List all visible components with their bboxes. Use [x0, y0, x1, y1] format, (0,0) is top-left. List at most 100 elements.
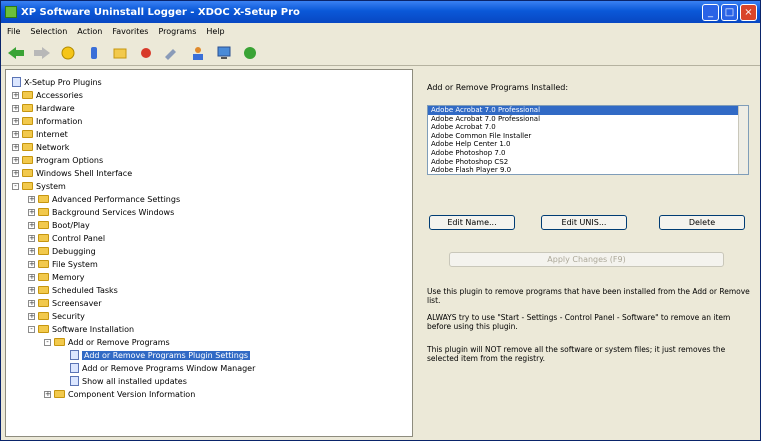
list-item[interactable]: Adobe Acrobat 7.0 — [428, 123, 748, 132]
tools-icon[interactable] — [163, 44, 180, 61]
tree-item-accessories[interactable]: + Accessories — [12, 89, 83, 101]
expand-icon[interactable]: + — [28, 260, 35, 268]
toolbar — [1, 40, 760, 66]
network-icon[interactable] — [215, 44, 232, 61]
tree-label: Component Version Information — [68, 389, 196, 399]
settings-icon[interactable] — [241, 44, 258, 61]
tree-label: Software Installation — [52, 324, 135, 334]
tree-item-debugging[interactable]: + Debugging — [28, 245, 96, 257]
tree-item-security[interactable]: + Security — [28, 310, 85, 322]
back-icon[interactable] — [7, 44, 24, 61]
tree-item-screensaver[interactable]: + Screensaver — [28, 297, 102, 309]
expand-icon[interactable]: + — [28, 195, 35, 203]
info-icon[interactable] — [85, 44, 102, 61]
plugin-icon — [70, 363, 79, 373]
tree-item-windows-shell[interactable]: + Windows Shell Interface — [12, 167, 132, 179]
collapse-icon[interactable]: - — [12, 182, 19, 190]
collapse-icon[interactable]: - — [28, 325, 35, 333]
menu-programs[interactable]: Programs — [158, 27, 196, 36]
record-icon[interactable] — [137, 44, 154, 61]
tree-item-system[interactable]: - System — [12, 180, 66, 192]
tree-item-hardware[interactable]: + Hardware — [12, 102, 75, 114]
folder-icon — [38, 208, 49, 216]
folder-open-icon — [54, 338, 65, 346]
tree-label: Program Options — [36, 155, 104, 165]
edit-uninstall-button[interactable]: Edit UNIS... — [541, 215, 627, 230]
expand-icon[interactable]: + — [28, 299, 35, 307]
tree-item-information[interactable]: + Information — [12, 115, 82, 127]
folder-icon — [54, 390, 65, 398]
expand-icon[interactable]: + — [12, 117, 19, 125]
expand-icon[interactable]: + — [28, 273, 35, 281]
listbox-scrollbar[interactable] — [738, 106, 748, 174]
expand-icon[interactable]: + — [12, 130, 19, 138]
favorite-icon[interactable] — [111, 44, 128, 61]
expand-icon[interactable]: + — [12, 169, 19, 177]
expand-icon[interactable]: + — [12, 104, 19, 112]
expand-icon[interactable]: + — [12, 156, 19, 164]
tree-label: Security — [52, 311, 85, 321]
menu-help[interactable]: Help — [206, 27, 224, 36]
description-line-3: This plugin will NOT remove all the soft… — [427, 345, 726, 363]
expand-icon[interactable]: + — [44, 390, 51, 398]
tree-item-background-services[interactable]: + Background Services Windows — [28, 206, 174, 218]
list-item[interactable]: Adobe Photoshop CS2 — [428, 158, 748, 167]
tree-item-component-version[interactable]: + Component Version Information — [44, 388, 195, 400]
tree-label: Boot/Play — [52, 220, 90, 230]
plugin-tree[interactable]: X-Setup Pro Plugins + Accessories + Hardwa… — [5, 69, 413, 437]
tree-item-scheduled-tasks[interactable]: + Scheduled Tasks — [28, 284, 118, 296]
list-item[interactable]: Adobe Flash Player 9.0 — [428, 166, 748, 174]
delete-button[interactable]: Delete — [659, 215, 745, 230]
close-button[interactable]: × — [740, 3, 757, 21]
expand-icon[interactable]: + — [28, 286, 35, 294]
folder-icon — [22, 117, 33, 125]
tree-item-arp-window-manager[interactable]: Add or Remove Programs Window Manager — [70, 362, 255, 374]
tree-root[interactable]: X-Setup Pro Plugins — [12, 76, 102, 88]
tree-item-control-panel[interactable]: + Control Panel — [28, 232, 105, 244]
menu-file[interactable]: File — [7, 27, 20, 36]
forward-icon[interactable] — [33, 44, 50, 61]
tree-item-advanced-performance[interactable]: + Advanced Performance Settings — [28, 193, 180, 205]
tree-item-installed-updates[interactable]: Show all installed updates — [70, 375, 187, 387]
expand-icon[interactable]: + — [12, 143, 19, 151]
list-item[interactable]: Adobe Photoshop 7.0 — [428, 149, 748, 158]
list-item[interactable]: Adobe Help Center 1.0 — [428, 140, 748, 149]
expand-icon[interactable]: + — [28, 221, 35, 229]
minimize-button[interactable]: _ — [702, 3, 719, 21]
tree-item-memory[interactable]: + Memory — [28, 271, 85, 283]
expand-icon[interactable]: + — [28, 247, 35, 255]
expand-icon[interactable]: + — [28, 312, 35, 320]
tree-item-internet[interactable]: + Internet — [12, 128, 68, 140]
menu-action[interactable]: Action — [77, 27, 102, 36]
tree-item-program-options[interactable]: + Program Options — [12, 154, 103, 166]
list-item[interactable]: Adobe Common File Installer — [428, 132, 748, 141]
menu-favorites[interactable]: Favorites — [112, 27, 148, 36]
folder-icon — [22, 104, 33, 112]
expand-icon[interactable]: + — [28, 234, 35, 242]
collapse-icon[interactable]: - — [44, 338, 51, 346]
tree-item-software-installation[interactable]: - Software Installation — [28, 323, 134, 335]
tree-label: Debugging — [52, 246, 96, 256]
list-item[interactable]: Adobe Acrobat 7.0 Professional — [428, 106, 748, 115]
tree-item-network[interactable]: + Network — [12, 141, 69, 153]
edit-name-button[interactable]: Edit Name... — [429, 215, 515, 230]
tree-item-add-remove-programs[interactable]: - Add or Remove Programs — [44, 336, 170, 348]
programs-listbox[interactable]: Adobe Acrobat 7.0 Professional Adobe Acr… — [427, 105, 749, 175]
title-bar[interactable]: XP Software Uninstall Logger - XDOC X-Se… — [1, 1, 760, 23]
tree-label: Advanced Performance Settings — [52, 194, 181, 204]
list-item[interactable]: Adobe Acrobat 7.0 Professional — [428, 115, 748, 124]
refresh-icon[interactable] — [59, 44, 76, 61]
tree-item-file-system[interactable]: + File System — [28, 258, 98, 270]
menu-selection[interactable]: Selection — [30, 27, 67, 36]
users-icon[interactable] — [189, 44, 206, 61]
tree-label: Background Services Windows — [52, 207, 175, 217]
folder-open-icon — [38, 325, 49, 333]
apply-changes-button[interactable]: Apply Changes (F9) — [449, 252, 724, 267]
description-line-1: Use this plugin to remove programs that … — [427, 287, 750, 305]
tree-item-arp-plugin-settings[interactable]: Add or Remove Programs Plugin Settings — [70, 349, 251, 361]
maximize-button[interactable]: □ — [721, 3, 738, 21]
tree-label: Windows Shell Interface — [36, 168, 133, 178]
expand-icon[interactable]: + — [12, 91, 19, 99]
tree-item-bootplay[interactable]: + Boot/Play — [28, 219, 90, 231]
expand-icon[interactable]: + — [28, 208, 35, 216]
